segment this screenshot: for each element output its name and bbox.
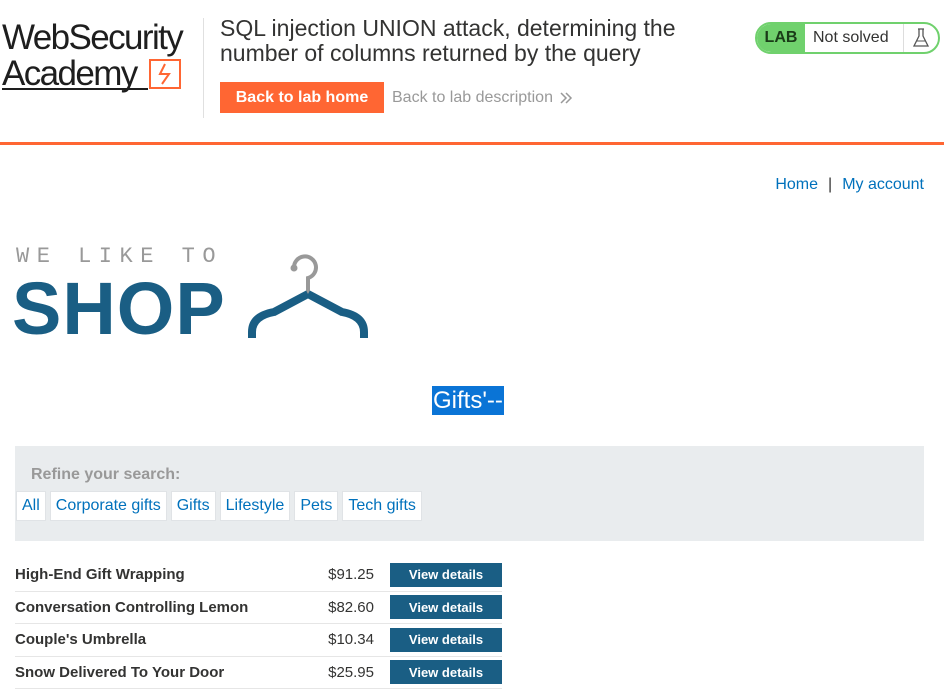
- double-chevron-right-icon: [560, 91, 573, 104]
- search-term-heading: Gifts'--: [432, 386, 504, 415]
- filter-tag[interactable]: Pets: [294, 491, 339, 521]
- filter-tag[interactable]: Lifestyle: [219, 491, 291, 521]
- top-nav: Home | My account: [775, 176, 924, 194]
- academy-header: WebSecurity Academy SQL injection UNION …: [0, 0, 944, 145]
- lab-status-text: Not solved: [805, 24, 904, 52]
- web-security-academy-logo[interactable]: WebSecurity Academy: [2, 18, 202, 94]
- nav-separator: |: [828, 176, 833, 193]
- shop-logo: WE LIKE TO SHOP: [12, 242, 374, 350]
- product-price: $91.25: [328, 566, 374, 584]
- view-details-button[interactable]: View details: [390, 595, 502, 620]
- product-name: Couple's Umbrella: [15, 631, 147, 649]
- header-divider: [203, 18, 204, 118]
- table-row: Snow Delivered To Your Door $25.95 View de…: [15, 657, 502, 689]
- filter-tags: All Corporate gifts Gifts Lifestyle Pets Tech…: [16, 491, 422, 521]
- view-details-button[interactable]: View details: [390, 562, 502, 587]
- view-details-button[interactable]: View details: [390, 627, 502, 652]
- product-price: $10.34: [328, 631, 374, 649]
- table-row: High-End Gift Wrapping $91.25 View details: [15, 559, 502, 592]
- back-to-lab-home-button[interactable]: Back to lab home: [220, 82, 384, 113]
- hanger-icon: [248, 254, 368, 338]
- filter-tag[interactable]: Corporate gifts: [49, 491, 167, 521]
- logo-line1: WebSecurity: [2, 18, 184, 57]
- filter-tag[interactable]: Gifts: [170, 491, 216, 521]
- filter-tag[interactable]: Tech gifts: [342, 491, 422, 521]
- back-to-lab-description-label: Back to lab description: [392, 88, 553, 106]
- product-price: $25.95: [328, 663, 374, 681]
- my-account-link[interactable]: My account: [842, 176, 924, 194]
- lab-title: SQL injection UNION attack, determining …: [220, 15, 676, 66]
- product-table: High-End Gift Wrapping $91.25 View details…: [15, 559, 502, 689]
- table-row: Conversation Controlling Lemon $82.60 View…: [15, 592, 502, 624]
- logo-bolt-icon: [2, 59, 181, 90]
- lab-badge: LAB: [757, 24, 805, 52]
- product-name: High-End Gift Wrapping: [15, 566, 185, 584]
- filter-title: Refine your search:: [31, 466, 181, 483]
- product-name: Conversation Controlling Lemon: [15, 598, 249, 616]
- back-to-lab-description-link[interactable]: Back to lab description: [392, 82, 573, 113]
- view-details-button[interactable]: View details: [390, 660, 502, 685]
- flask-icon: [904, 24, 938, 52]
- filter-tag[interactable]: All: [16, 491, 46, 521]
- lab-status-widget: LAB Not solved: [755, 22, 940, 54]
- shop-logo-word: SHOP: [12, 267, 226, 350]
- product-name: Snow Delivered To Your Door: [15, 663, 225, 681]
- product-price: $82.60: [328, 598, 374, 616]
- home-link[interactable]: Home: [775, 176, 818, 194]
- table-row: Couple's Umbrella $10.34 View details: [15, 624, 502, 657]
